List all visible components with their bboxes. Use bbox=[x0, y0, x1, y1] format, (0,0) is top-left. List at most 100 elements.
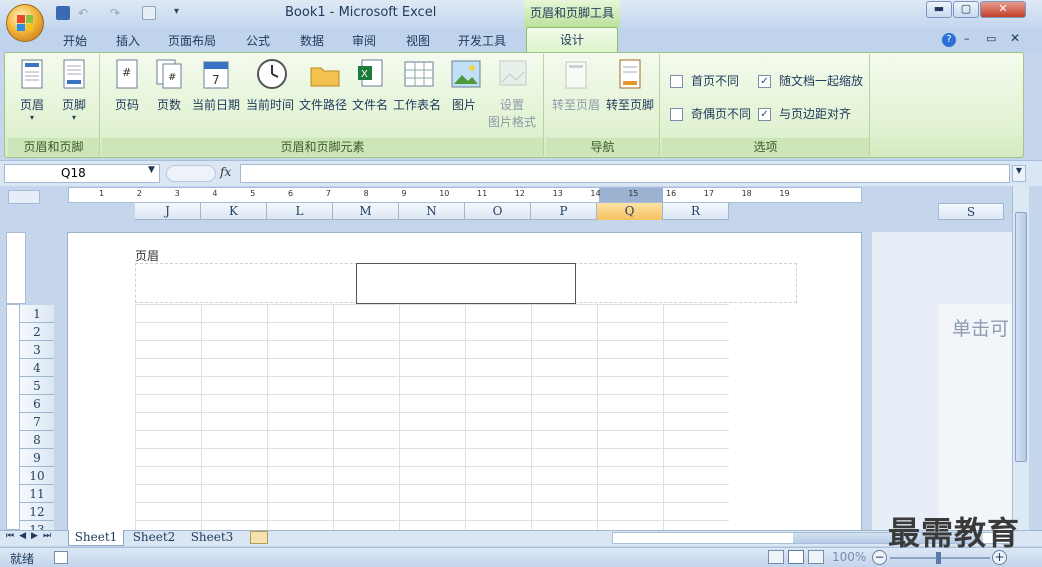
column-header-N[interactable]: N bbox=[399, 203, 465, 220]
column-header-M[interactable]: M bbox=[333, 203, 399, 220]
status-ready: 就绪 bbox=[10, 552, 35, 566]
checkbox-checked[interactable]: ✓ bbox=[758, 75, 771, 88]
row-header-1[interactable]: 1 bbox=[20, 305, 54, 323]
scroll-thumb[interactable] bbox=[1015, 212, 1027, 462]
column-header-K[interactable]: K bbox=[201, 203, 267, 220]
office-button[interactable] bbox=[6, 4, 44, 42]
row-header-6[interactable]: 6 bbox=[20, 395, 54, 413]
insert-sheet-icon[interactable] bbox=[250, 531, 268, 544]
tab-review[interactable]: 审阅 bbox=[342, 31, 386, 52]
qat-customize-icon[interactable]: ▾ bbox=[174, 6, 188, 20]
page-layout-view-icon[interactable] bbox=[788, 550, 804, 564]
ruler-tick-label: 16 bbox=[666, 189, 677, 198]
insert-function-icon[interactable]: fx bbox=[220, 165, 231, 179]
goto-header-button[interactable]: 转至页眉 bbox=[550, 58, 602, 113]
cell-grid[interactable] bbox=[135, 304, 729, 532]
option-label: 奇偶页不同 bbox=[691, 107, 752, 121]
select-all-corner[interactable] bbox=[8, 190, 40, 204]
column-header-L[interactable]: L bbox=[267, 203, 333, 220]
tab-insert[interactable]: 插入 bbox=[106, 31, 150, 52]
column-header-O[interactable]: O bbox=[465, 203, 531, 220]
format-picture-label-line2: 图片格式 bbox=[487, 115, 536, 129]
current-time-button[interactable]: 当前时间 bbox=[244, 58, 296, 113]
row-header-11[interactable]: 11 bbox=[20, 485, 54, 503]
normal-view-icon[interactable] bbox=[768, 550, 784, 564]
file-path-button[interactable]: 文件路径 bbox=[297, 58, 349, 113]
picture-button[interactable]: 图片 bbox=[446, 58, 482, 113]
sheet-tab-1[interactable]: Sheet1 bbox=[68, 530, 124, 546]
sheet-tab-3[interactable]: Sheet3 bbox=[184, 530, 240, 546]
macro-record-icon[interactable] bbox=[54, 551, 68, 564]
row-header-8[interactable]: 8 bbox=[20, 431, 54, 449]
zoom-level[interactable]: 100% bbox=[832, 550, 866, 564]
tab-view[interactable]: 视图 bbox=[396, 31, 440, 52]
formula-expander[interactable] bbox=[166, 165, 216, 182]
chevron-down-icon: ▾ bbox=[29, 113, 34, 122]
page-count-button[interactable]: # 页数 bbox=[150, 58, 188, 113]
column-header-Q[interactable]: Q bbox=[597, 203, 663, 220]
column-header-R[interactable]: R bbox=[663, 203, 729, 220]
column-header-P[interactable]: P bbox=[531, 203, 597, 220]
row-header-12[interactable]: 12 bbox=[20, 503, 54, 521]
option-scale-with-document[interactable]: ✓ 随文档一起缩放 bbox=[758, 72, 863, 89]
chevron-down-icon[interactable]: ▼ bbox=[148, 165, 155, 175]
save-icon[interactable] bbox=[56, 6, 70, 20]
tab-formulas[interactable]: 公式 bbox=[236, 31, 280, 52]
checkbox[interactable] bbox=[670, 75, 683, 88]
column-header-J[interactable]: J bbox=[135, 203, 201, 220]
option-different-first-page[interactable]: 首页不同 bbox=[670, 72, 739, 89]
checkbox-checked[interactable]: ✓ bbox=[758, 108, 771, 121]
undo-icon[interactable]: ↶ bbox=[78, 6, 92, 20]
ribbon-close-icon[interactable]: ✕ bbox=[1010, 31, 1020, 45]
clock-icon bbox=[256, 58, 287, 90]
footer-button[interactable]: 页脚 ▾ bbox=[56, 58, 92, 122]
tab-home[interactable]: 开始 bbox=[52, 31, 98, 52]
expand-formula-icon[interactable]: ▼ bbox=[1012, 165, 1026, 182]
option-align-margins[interactable]: ✓ 与页边距对齐 bbox=[758, 105, 851, 122]
option-different-odd-even[interactable]: 奇偶页不同 bbox=[670, 105, 751, 122]
zoom-out-icon[interactable]: − bbox=[872, 550, 887, 565]
minimize-button[interactable]: ▬ bbox=[926, 1, 952, 18]
ruler-tick-label: 10 bbox=[439, 189, 450, 198]
ribbon-minimize-icon[interactable]: – bbox=[964, 32, 970, 45]
maximize-button[interactable]: ▢ bbox=[953, 1, 979, 18]
redo-icon[interactable]: ↷ bbox=[110, 6, 124, 20]
tab-design[interactable]: 设计 bbox=[526, 27, 618, 54]
help-icon[interactable]: ? bbox=[942, 33, 956, 47]
next-page-area[interactable]: 单击可 bbox=[872, 232, 1012, 532]
file-name-button[interactable]: X 文件名 bbox=[350, 58, 390, 113]
sheet-nav-icons[interactable]: ⏮◀▶⏭ bbox=[6, 531, 56, 541]
office-logo-icon bbox=[17, 15, 33, 31]
tab-data[interactable]: 数据 bbox=[290, 31, 334, 52]
goto-footer-button[interactable]: 转至页脚 bbox=[604, 58, 656, 113]
vertical-scrollbar[interactable] bbox=[1012, 186, 1029, 532]
center-header-editbox[interactable] bbox=[356, 263, 576, 304]
page-break-view-icon[interactable] bbox=[808, 550, 824, 564]
page-number-button[interactable]: # 页码 bbox=[108, 58, 146, 113]
checkbox[interactable] bbox=[670, 108, 683, 121]
current-date-button[interactable]: 7 当前日期 bbox=[190, 58, 242, 113]
horizontal-ruler[interactable]: 1 2 3 4 5 6 7 8 9 10 11 12 13 14 15 16 17 18 19 bbox=[68, 187, 862, 203]
header-button[interactable]: 页眉 ▾ bbox=[14, 58, 50, 122]
row-header-2[interactable]: 2 bbox=[20, 323, 54, 341]
close-button[interactable]: ✕ bbox=[980, 1, 1026, 18]
row-header-7[interactable]: 7 bbox=[20, 413, 54, 431]
row-header-10[interactable]: 10 bbox=[20, 467, 54, 485]
print-preview-icon[interactable] bbox=[142, 6, 156, 20]
tab-page-layout[interactable]: 页面布局 bbox=[160, 31, 224, 52]
row-header-9[interactable]: 9 bbox=[20, 449, 54, 467]
vertical-ruler[interactable] bbox=[6, 232, 26, 304]
goto-footer-icon bbox=[616, 58, 644, 90]
name-box[interactable]: Q18 bbox=[4, 164, 160, 183]
formula-input[interactable] bbox=[240, 164, 1010, 183]
row-header-4[interactable]: 4 bbox=[20, 359, 54, 377]
group-label: 选项 bbox=[662, 138, 869, 156]
sheet-tab-2[interactable]: Sheet2 bbox=[126, 530, 182, 546]
format-picture-button[interactable]: 设置 图片格式 bbox=[486, 58, 538, 130]
column-header-S[interactable]: S bbox=[938, 203, 1004, 220]
sheet-name-button[interactable]: 工作表名 bbox=[392, 58, 442, 113]
row-header-5[interactable]: 5 bbox=[20, 377, 54, 395]
tab-developer[interactable]: 开发工具 bbox=[450, 31, 514, 52]
ribbon-restore-icon[interactable]: ▭ bbox=[986, 32, 996, 45]
row-header-3[interactable]: 3 bbox=[20, 341, 54, 359]
